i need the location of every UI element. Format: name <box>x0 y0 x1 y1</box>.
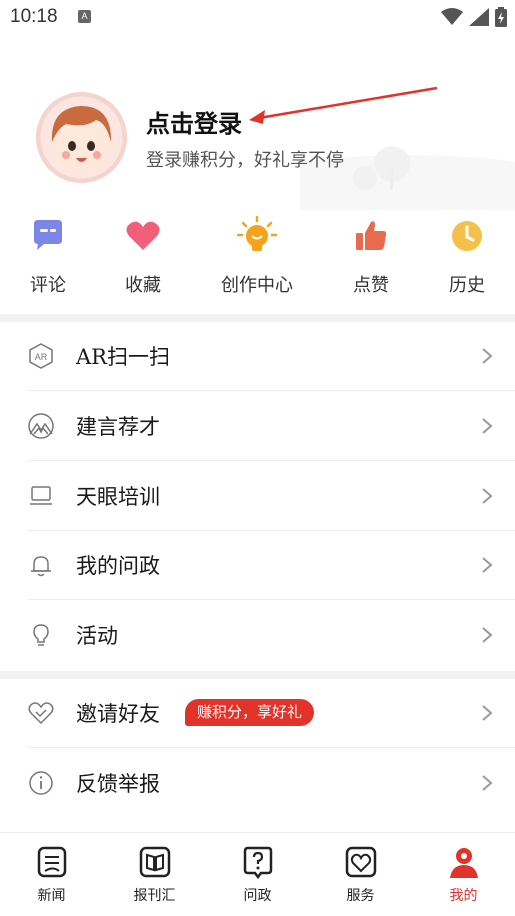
tab-mine[interactable]: 我的 <box>412 833 515 916</box>
quick-label-history: 历史 <box>449 275 485 296</box>
lightbulb-outline-icon <box>33 624 49 646</box>
status-icons <box>441 6 507 28</box>
chevron-right-icon <box>482 627 493 643</box>
cartoon-avatar-icon <box>36 92 127 183</box>
quick-item-likes[interactable]: 点赞 <box>341 210 401 297</box>
quick-item-comment[interactable]: 评论 <box>18 210 78 297</box>
heart-icon <box>126 221 160 250</box>
menu-item-my-inquiries[interactable]: 我的问政 <box>0 531 515 600</box>
annotation-arrow <box>249 86 438 124</box>
quick-label-creation-center: 创作中心 <box>221 275 293 296</box>
chevron-right-icon <box>482 348 493 364</box>
chevron-right-icon <box>482 705 493 721</box>
battery-icon <box>495 7 507 27</box>
menu-item-feedback[interactable]: 反馈举报 <box>0 749 515 818</box>
book-icon <box>139 846 170 878</box>
section-divider <box>0 671 515 679</box>
menu-item-ar-scan[interactable]: AR AR扫一扫 <box>0 322 515 391</box>
row-divider <box>28 460 515 461</box>
promo-badge: 赚积分，享好礼 <box>185 699 315 726</box>
row-divider <box>28 390 515 391</box>
clock-icon <box>452 221 482 251</box>
login-subtitle: 登录赚积分，好礼享不停 <box>146 150 344 171</box>
bottom-tab-bar: 新闻 报刊汇 问政 服务 我的 <box>0 832 515 916</box>
section-divider <box>0 314 515 322</box>
svg-text:AR: AR <box>35 352 48 362</box>
laptop-icon <box>30 486 52 505</box>
lightbulb-icon <box>237 216 277 251</box>
quick-label-comment: 评论 <box>30 275 66 296</box>
comment-icon <box>34 220 62 250</box>
info-icon <box>29 771 53 795</box>
tab-label-services: 服务 <box>346 888 375 904</box>
news-icon <box>37 846 66 878</box>
menu-label-activities: 活动 <box>76 624 118 648</box>
service-heart-icon <box>345 846 376 878</box>
bell-icon <box>31 556 51 577</box>
notification-app-icon: A <box>78 10 91 23</box>
menu-label-suggestions: 建言荐才 <box>76 415 160 439</box>
status-bar: 10:18 A <box>0 0 515 36</box>
menu-item-training[interactable]: 天眼培训 <box>0 462 515 531</box>
tab-inquiry[interactable]: 问政 <box>206 833 309 916</box>
tab-services[interactable]: 服务 <box>309 833 412 916</box>
row-divider <box>28 599 515 600</box>
person-icon <box>449 848 478 878</box>
menu-label-feedback: 反馈举报 <box>76 772 160 796</box>
menu-item-invite-friends[interactable]: 邀请好友 赚积分，享好礼 <box>0 679 515 748</box>
quick-actions: 评论 收藏 创作中心 点赞 历史 <box>0 210 515 310</box>
menu-label-invite-friends: 邀请好友 <box>76 702 160 726</box>
tab-label-news: 新闻 <box>37 888 66 904</box>
menu-item-suggestions[interactable]: 建言荐才 <box>0 392 515 461</box>
ar-scan-icon: AR <box>29 343 53 369</box>
menu-label-my-inquiries: 我的问政 <box>76 554 160 578</box>
tab-label-inquiry: 问政 <box>243 888 272 904</box>
status-time: 10:18 <box>10 6 58 27</box>
thumbs-up-icon <box>356 221 387 250</box>
quick-item-favorites[interactable]: 收藏 <box>113 210 173 297</box>
tab-label-publications: 报刊汇 <box>133 888 176 904</box>
mountain-icon <box>28 413 54 439</box>
quick-item-creation-center[interactable]: 创作中心 <box>212 210 302 297</box>
menu-label-ar-scan: AR扫一扫 <box>76 345 170 369</box>
tab-label-mine: 我的 <box>449 888 478 904</box>
avatar[interactable] <box>36 92 127 183</box>
quick-item-history[interactable]: 历史 <box>437 210 497 297</box>
heart-outline-icon <box>28 702 54 725</box>
menu-label-training: 天眼培训 <box>76 485 160 509</box>
tab-news[interactable]: 新闻 <box>0 833 103 916</box>
chevron-right-icon <box>482 557 493 573</box>
login-title[interactable]: 点击登录 <box>146 104 242 139</box>
chevron-right-icon <box>482 418 493 434</box>
menu-item-activities[interactable]: 活动 <box>0 601 515 670</box>
tab-publications[interactable]: 报刊汇 <box>103 833 206 916</box>
wifi-icon <box>441 8 463 25</box>
quick-label-favorites: 收藏 <box>125 275 161 296</box>
cellular-signal-icon <box>469 8 489 26</box>
chevron-right-icon <box>482 488 493 504</box>
question-icon <box>243 846 272 879</box>
chevron-right-icon <box>482 775 493 791</box>
quick-label-likes: 点赞 <box>353 275 389 296</box>
row-divider <box>28 747 515 748</box>
